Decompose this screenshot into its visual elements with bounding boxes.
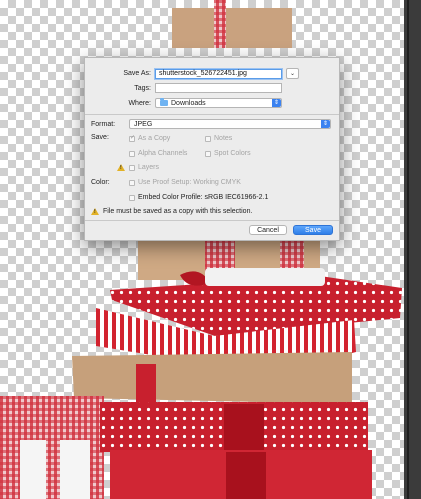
layers-checkbox[interactable] bbox=[129, 164, 135, 171]
tags-label: Tags: bbox=[134, 84, 151, 92]
save-button[interactable]: Save bbox=[293, 225, 333, 235]
save-options-label: Save: bbox=[91, 134, 109, 141]
warning-icon bbox=[91, 208, 99, 215]
top-gift-box bbox=[172, 0, 292, 48]
format-select[interactable]: JPEG ⇕ bbox=[129, 119, 331, 129]
dialog-divider bbox=[85, 220, 339, 221]
color-label: Color: bbox=[91, 179, 110, 186]
kraft-ribbon-gift-box bbox=[72, 352, 352, 404]
expand-button[interactable]: ⌄ bbox=[286, 68, 299, 79]
embed-color-profile-checkbox[interactable] bbox=[129, 194, 135, 201]
gingham-gift-box bbox=[0, 396, 104, 499]
format-value: JPEG bbox=[134, 120, 153, 128]
spot-colors-label: Spot Colors bbox=[214, 150, 251, 157]
notes-checkbox[interactable] bbox=[205, 135, 211, 142]
as-a-copy-label: As a Copy bbox=[138, 135, 171, 142]
use-proof-setup-checkbox[interactable] bbox=[129, 179, 135, 186]
app-panel-edge bbox=[404, 0, 421, 499]
filename-input[interactable]: shutterstock_526722451.jpg bbox=[155, 68, 282, 79]
save-as-label: Save As: bbox=[123, 70, 151, 77]
dialog-divider bbox=[85, 114, 339, 115]
notes-label: Notes bbox=[214, 135, 233, 142]
embed-color-profile-label: Embed Color Profile: sRGB IEC61966-2.1 bbox=[138, 194, 269, 201]
spot-colors-checkbox[interactable] bbox=[205, 150, 211, 157]
warning-icon bbox=[117, 164, 125, 171]
alpha-channels-label: Alpha Channels bbox=[138, 150, 188, 157]
where-label: Where: bbox=[128, 99, 151, 107]
alpha-channels-checkbox[interactable] bbox=[129, 150, 135, 157]
tags-input[interactable] bbox=[155, 83, 282, 93]
chevron-down-icon: ⌄ bbox=[289, 71, 296, 77]
cancel-button[interactable]: Cancel bbox=[249, 225, 287, 235]
warning-message: File must be saved as a copy with this s… bbox=[103, 208, 253, 215]
where-value: Downloads bbox=[171, 99, 206, 107]
as-a-copy-checkbox[interactable] bbox=[129, 134, 135, 142]
folder-icon bbox=[160, 98, 168, 106]
save-as-dialog: Save As: shutterstock_526722451.jpg ⌄ Ta… bbox=[84, 57, 340, 241]
where-select[interactable]: Downloads ⇕ bbox=[155, 98, 282, 108]
red-bottom-gift-boxes bbox=[100, 402, 372, 499]
select-arrows-icon: ⇕ bbox=[272, 99, 281, 107]
use-proof-setup-label: Use Proof Setup: Working CMYK bbox=[138, 179, 241, 186]
format-label: Format: bbox=[91, 120, 116, 128]
layers-label: Layers bbox=[138, 164, 160, 171]
select-arrows-icon: ⇕ bbox=[321, 120, 330, 128]
